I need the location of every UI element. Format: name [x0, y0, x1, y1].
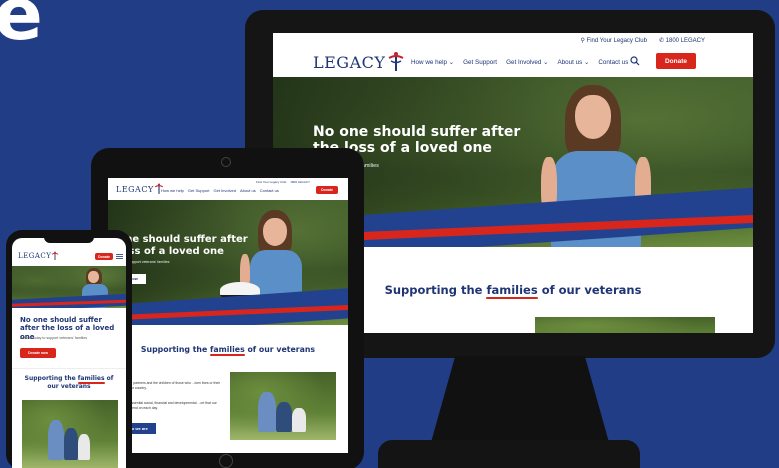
tablet-home-button — [219, 454, 233, 468]
donate-now-button[interactable]: Donate now — [20, 348, 56, 358]
family-photo — [230, 372, 336, 440]
tablet-supporting-section: Supporting the families of our veterans … — [108, 325, 348, 453]
phone-link[interactable]: ✆ 1800 LEGACY — [659, 37, 705, 44]
phone-screen: LEGACY Donate No one should suffer after… — [12, 238, 126, 468]
tablet-camera — [221, 157, 231, 167]
desktop-utility-bar: ⚲ Find Your Legacy Club ✆ 1800 LEGACY — [581, 37, 706, 44]
nav-contact-us[interactable]: Contact us — [598, 59, 628, 66]
section-title: Supporting the families of our veterans — [24, 375, 114, 390]
nav-get-support[interactable]: Get Support — [188, 188, 210, 193]
phone-notch — [44, 235, 94, 243]
nav-how-we-help[interactable]: How we help — [161, 188, 184, 193]
nav-get-support[interactable]: Get Support — [463, 59, 497, 66]
desktop-header: LEGACY How we help ⌄ Get Support Get Inv… — [273, 47, 753, 77]
phone-hero — [12, 266, 126, 308]
tablet-screen: LEGACY Find Your Legacy Club 1800 LEGACY… — [108, 178, 348, 453]
phone-content: No one should suffer after the loss of a… — [12, 308, 126, 468]
hero-subtitle: Donate today to support veterans' famili… — [20, 336, 88, 340]
nav-about-us[interactable]: About us — [240, 188, 256, 193]
hamburger-menu-icon[interactable] — [116, 253, 123, 260]
find-club-link[interactable]: ⚲ Find Your Legacy Club — [581, 37, 647, 44]
nav-get-involved[interactable]: Get Involved ⌄ — [506, 59, 548, 66]
phone-device: LEGACY Donate No one should suffer after… — [6, 230, 132, 468]
nav-get-involved[interactable]: Get Involved — [213, 188, 235, 193]
phone-link[interactable]: 1800 LEGACY — [290, 180, 310, 184]
donate-button[interactable]: Donate — [656, 53, 696, 69]
legacy-logo[interactable]: LEGACY — [116, 183, 164, 195]
family-photo — [22, 400, 118, 468]
nav-how-we-help[interactable]: How we help ⌄ — [411, 59, 454, 66]
monitor-base — [378, 440, 640, 468]
phone-header: LEGACY Donate — [12, 246, 126, 266]
torch-icon — [388, 52, 404, 71]
donate-button[interactable]: Donate — [316, 186, 338, 194]
tablet-main-nav: How we help Get Support Get Involved Abo… — [161, 188, 279, 193]
nav-about-us[interactable]: About us ⌄ — [557, 59, 589, 66]
tablet-header: LEGACY Find Your Legacy Club 1800 LEGACY… — [108, 178, 348, 200]
torch-icon — [52, 251, 59, 260]
find-club-link[interactable]: Find Your Legacy Club — [256, 180, 286, 184]
search-icon[interactable] — [630, 56, 640, 66]
monitor-stand — [430, 356, 610, 446]
legacy-logo[interactable]: LEGACY — [18, 251, 59, 261]
donate-button[interactable]: Donate — [95, 253, 113, 260]
section-title: Supporting the families of our veterans — [140, 345, 316, 354]
tablet-utility-bar: Find Your Legacy Club 1800 LEGACY — [256, 180, 310, 184]
tablet-hero: o one should suffer after e loss of a lo… — [108, 200, 348, 325]
nav-contact-us[interactable]: Contact us — [260, 188, 279, 193]
desktop-main-nav: How we help ⌄ Get Support Get Involved ⌄… — [411, 59, 628, 66]
legacy-logo[interactable]: LEGACY — [313, 51, 405, 73]
partial-heading: e — [0, 0, 43, 56]
family-photo — [535, 317, 715, 333]
